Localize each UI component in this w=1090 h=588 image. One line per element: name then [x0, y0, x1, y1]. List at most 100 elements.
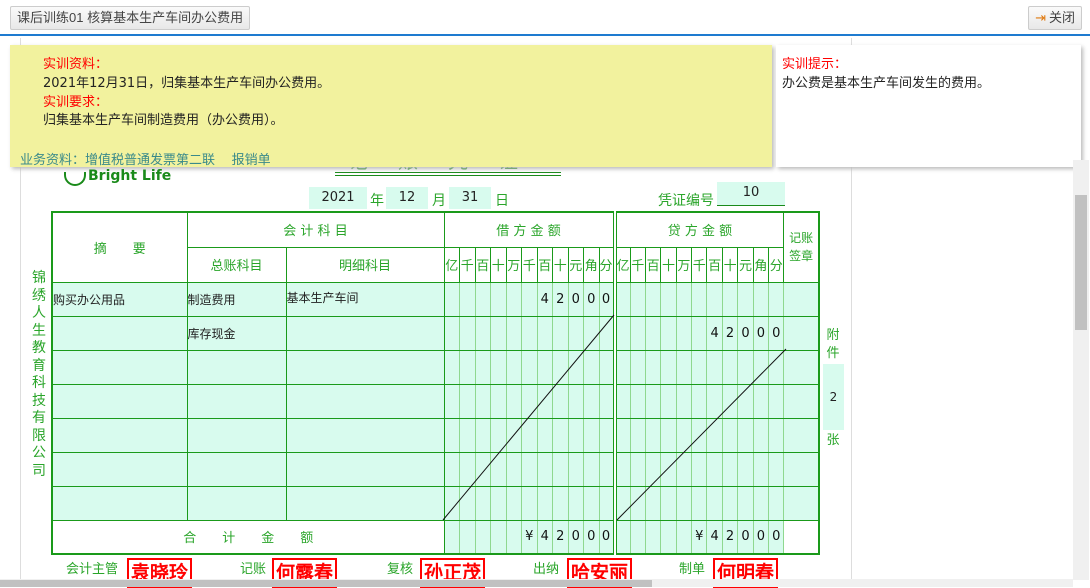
- general-account-cell[interactable]: [186, 417, 287, 453]
- debit-digit-cell[interactable]: [490, 281, 507, 317]
- credit-digit-cell[interactable]: [768, 281, 785, 317]
- credit-digit-cell[interactable]: [691, 383, 708, 419]
- credit-digit-cell[interactable]: [768, 451, 785, 487]
- debit-digit-cell[interactable]: [536, 349, 553, 385]
- credit-digit-cell[interactable]: [629, 451, 646, 487]
- year-field[interactable]: 2021: [309, 187, 367, 209]
- credit-digit-cell[interactable]: [675, 417, 693, 453]
- debit-digit-cell[interactable]: [490, 451, 507, 487]
- credit-digit-cell[interactable]: [737, 451, 754, 487]
- credit-digit-cell[interactable]: [737, 281, 754, 317]
- credit-digit-cell[interactable]: [752, 349, 770, 385]
- general-account-cell[interactable]: 库存现金: [186, 315, 287, 351]
- credit-digit-cell[interactable]: [768, 417, 785, 453]
- summary-cell[interactable]: [51, 417, 188, 453]
- debit-digit-cell[interactable]: [443, 281, 460, 317]
- debit-digit-cell[interactable]: [474, 349, 491, 385]
- credit-digit-cell[interactable]: [614, 485, 631, 521]
- debit-digit-cell[interactable]: 0: [598, 281, 617, 317]
- debit-digit-cell[interactable]: [552, 451, 569, 487]
- post-cell[interactable]: [783, 349, 820, 385]
- debit-digit-cell[interactable]: [459, 485, 476, 521]
- debit-digit-cell[interactable]: [474, 383, 491, 419]
- credit-digit-cell[interactable]: 2: [721, 315, 739, 351]
- detail-account-cell[interactable]: [285, 451, 445, 487]
- credit-digit-cell[interactable]: [752, 485, 770, 521]
- credit-digit-cell[interactable]: [644, 315, 662, 351]
- credit-digit-cell[interactable]: [721, 281, 739, 317]
- debit-digit-cell[interactable]: [490, 485, 507, 521]
- credit-digit-cell[interactable]: [768, 349, 785, 385]
- debit-digit-cell[interactable]: [459, 349, 476, 385]
- credit-digit-cell[interactable]: [737, 383, 754, 419]
- credit-digit-cell[interactable]: [660, 417, 677, 453]
- summary-cell[interactable]: [51, 315, 188, 351]
- credit-digit-cell[interactable]: [706, 451, 723, 487]
- credit-digit-cell[interactable]: [629, 417, 646, 453]
- credit-digit-cell[interactable]: [614, 383, 631, 419]
- vertical-scrollbar-thumb[interactable]: [1075, 195, 1087, 330]
- summary-cell[interactable]: [51, 451, 188, 487]
- general-account-cell[interactable]: [186, 349, 287, 385]
- credit-digit-cell[interactable]: [644, 417, 662, 453]
- debit-digit-cell[interactable]: [567, 383, 584, 419]
- debit-digit-cell[interactable]: [521, 349, 538, 385]
- credit-digit-cell[interactable]: [629, 485, 646, 521]
- debit-digit-cell[interactable]: [443, 349, 460, 385]
- debit-digit-cell[interactable]: [583, 349, 600, 385]
- debit-digit-cell[interactable]: [583, 383, 600, 419]
- credit-digit-cell[interactable]: [752, 281, 770, 317]
- credit-digit-cell[interactable]: [768, 383, 785, 419]
- credit-digit-cell[interactable]: [675, 451, 693, 487]
- debit-digit-cell[interactable]: [474, 485, 491, 521]
- debit-digit-cell[interactable]: [521, 451, 538, 487]
- debit-digit-cell[interactable]: [443, 315, 460, 351]
- debit-digit-cell[interactable]: [443, 383, 460, 419]
- general-account-cell[interactable]: [186, 451, 287, 487]
- debit-digit-cell[interactable]: [583, 451, 600, 487]
- credit-digit-cell[interactable]: [660, 485, 677, 521]
- credit-digit-cell[interactable]: [675, 349, 693, 385]
- debit-digit-cell[interactable]: [552, 315, 569, 351]
- post-cell[interactable]: [783, 485, 820, 521]
- summary-cell[interactable]: [51, 383, 188, 419]
- vertical-scrollbar[interactable]: [1073, 160, 1089, 580]
- credit-digit-cell[interactable]: [737, 417, 754, 453]
- summary-cell[interactable]: [51, 485, 188, 521]
- debit-digit-cell[interactable]: [505, 451, 522, 487]
- detail-account-cell[interactable]: [285, 417, 445, 453]
- invoice-link[interactable]: 增值税普通发票第二联: [85, 153, 215, 168]
- credit-digit-cell[interactable]: [660, 281, 677, 317]
- summary-cell[interactable]: 购买办公用品: [51, 281, 188, 317]
- post-cell[interactable]: [783, 281, 820, 317]
- debit-digit-cell[interactable]: [567, 451, 584, 487]
- general-account-cell[interactable]: 制造费用: [186, 281, 287, 317]
- credit-digit-cell[interactable]: [675, 315, 693, 351]
- debit-digit-cell[interactable]: 0: [567, 281, 584, 317]
- debit-digit-cell[interactable]: [490, 383, 507, 419]
- credit-digit-cell[interactable]: [737, 349, 754, 385]
- debit-digit-cell[interactable]: [583, 315, 600, 351]
- credit-digit-cell[interactable]: [706, 281, 723, 317]
- debit-digit-cell[interactable]: [598, 451, 617, 487]
- debit-digit-cell[interactable]: [490, 417, 507, 453]
- general-account-cell[interactable]: [186, 383, 287, 419]
- credit-digit-cell[interactable]: [752, 383, 770, 419]
- credit-digit-cell[interactable]: [614, 281, 631, 317]
- day-field[interactable]: 31: [449, 187, 491, 209]
- credit-digit-cell[interactable]: [614, 349, 631, 385]
- debit-digit-cell[interactable]: [567, 485, 584, 521]
- debit-digit-cell[interactable]: [490, 349, 507, 385]
- debit-digit-cell[interactable]: [598, 383, 617, 419]
- credit-digit-cell[interactable]: [660, 451, 677, 487]
- credit-digit-cell[interactable]: [675, 281, 693, 317]
- credit-digit-cell[interactable]: [706, 485, 723, 521]
- credit-digit-cell[interactable]: [660, 383, 677, 419]
- credit-digit-cell[interactable]: 0: [752, 315, 770, 351]
- debit-digit-cell[interactable]: [474, 451, 491, 487]
- post-cell[interactable]: [783, 417, 820, 453]
- debit-digit-cell[interactable]: [505, 417, 522, 453]
- credit-digit-cell[interactable]: [675, 383, 693, 419]
- debit-digit-cell[interactable]: [567, 315, 584, 351]
- post-cell[interactable]: [783, 315, 820, 351]
